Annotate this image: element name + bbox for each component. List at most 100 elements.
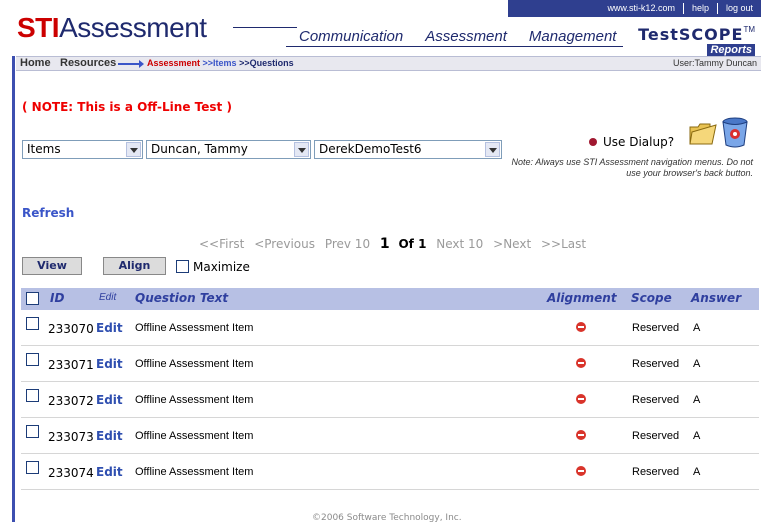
- pager-last: >>Last: [540, 237, 587, 251]
- not-aligned-icon[interactable]: [576, 322, 586, 332]
- row-checkbox[interactable]: [26, 461, 39, 474]
- chevron-down-icon[interactable]: [294, 142, 309, 157]
- pager-of: Of 1: [398, 237, 427, 251]
- logout-link[interactable]: log out: [716, 3, 761, 14]
- folder-icon[interactable]: [688, 119, 718, 147]
- row-checkbox[interactable]: [26, 425, 39, 438]
- refresh-link[interactable]: Refresh: [22, 206, 74, 220]
- header-question-text[interactable]: Question Text: [135, 291, 228, 305]
- left-accent-bar: [0, 56, 16, 522]
- breadcrumb-home[interactable]: Home: [20, 57, 51, 69]
- chevron-down-icon[interactable]: [485, 142, 500, 157]
- offline-test-note: ( NOTE: This is a Off-Line Test ): [22, 100, 232, 114]
- pager-previous: <Previous: [254, 237, 315, 251]
- testscope-reports-link[interactable]: TestSCOPETM Reports: [638, 25, 755, 56]
- nav-management[interactable]: Management: [513, 28, 624, 47]
- align-button[interactable]: Align: [103, 257, 166, 275]
- row-scope: Reserved: [632, 394, 680, 406]
- questions-table: ID Edit Question Text Alignment Scope An…: [21, 288, 759, 490]
- nav-assessment[interactable]: Assessment: [410, 28, 514, 47]
- table-row: 233070 Edit Offline Assessment Item Rese…: [21, 310, 759, 346]
- help-link[interactable]: help: [682, 3, 717, 14]
- header-answer[interactable]: Answer: [691, 291, 741, 305]
- test-select[interactable]: DerekDemoTest6: [314, 140, 502, 159]
- sti-assessment-logo[interactable]: STIAssessment: [17, 13, 207, 43]
- breadcrumb-items[interactable]: >>Items: [200, 58, 237, 68]
- table-row: 233073 Edit Offline Assessment Item Rese…: [21, 418, 759, 454]
- not-aligned-icon[interactable]: [576, 466, 586, 476]
- main-nav: Communication Assessment Management: [286, 27, 624, 47]
- breadcrumb-arrow-icon: [118, 60, 144, 68]
- row-scope: Reserved: [632, 322, 680, 334]
- pager-next10: Next 10: [436, 237, 484, 251]
- row-checkbox[interactable]: [26, 389, 39, 402]
- row-answer: A: [693, 466, 701, 478]
- pager-current: 1: [379, 236, 390, 252]
- row-id: 233073: [48, 430, 94, 444]
- table-row: 233071 Edit Offline Assessment Item Rese…: [21, 346, 759, 382]
- header-scope[interactable]: Scope: [631, 291, 672, 305]
- type-select-value: Items: [27, 142, 61, 156]
- view-button[interactable]: View: [22, 257, 82, 275]
- row-question-text: Offline Assessment Item: [135, 466, 254, 478]
- row-answer: A: [693, 394, 701, 406]
- not-aligned-icon[interactable]: [576, 358, 586, 368]
- row-checkbox[interactable]: [26, 353, 39, 366]
- header-edit: Edit: [99, 292, 117, 303]
- main-content: ( NOTE: This is a Off-Line Test ) Items …: [16, 72, 761, 522]
- not-aligned-icon[interactable]: [576, 430, 586, 440]
- header-id[interactable]: ID: [50, 291, 64, 305]
- breadcrumb-resources[interactable]: Resources: [60, 57, 116, 69]
- row-edit-link[interactable]: Edit: [96, 393, 123, 407]
- type-select[interactable]: Items: [22, 140, 143, 159]
- breadcrumb-questions: >>Questions: [236, 58, 294, 68]
- teacher-select-value: Duncan, Tammy: [151, 142, 248, 156]
- pager-prev10: Prev 10: [324, 237, 371, 251]
- bullet-icon: [589, 138, 597, 146]
- use-dialup-label: Use Dialup?: [603, 135, 675, 149]
- pagination: <<First <Previous Prev 10 1 Of 1 Next 10…: [199, 236, 592, 252]
- row-question-text: Offline Assessment Item: [135, 322, 254, 334]
- recycle-bin-icon[interactable]: [720, 116, 750, 148]
- testscope-title: TestSCOPE: [638, 25, 744, 44]
- breadcrumb-assessment[interactable]: Assessment: [147, 58, 200, 68]
- page-header: www.sti-k12.com help log out STIAssessme…: [0, 0, 761, 56]
- row-edit-link[interactable]: Edit: [96, 321, 123, 335]
- teacher-select[interactable]: Duncan, Tammy: [146, 140, 311, 159]
- header-alignment[interactable]: Alignment: [547, 291, 617, 305]
- not-aligned-icon[interactable]: [576, 394, 586, 404]
- row-edit-link[interactable]: Edit: [96, 465, 123, 479]
- row-scope: Reserved: [632, 430, 680, 442]
- row-id: 233072: [48, 394, 94, 408]
- site-link[interactable]: www.sti-k12.com: [599, 3, 683, 14]
- pager-first: <<First: [199, 237, 245, 251]
- copyright-footer: ©2006 Software Technology, Inc.: [312, 513, 462, 522]
- pager-next: >Next: [493, 237, 532, 251]
- breadcrumb-trail: Assessment >>Items >>Questions: [147, 58, 294, 68]
- row-checkbox[interactable]: [26, 317, 39, 330]
- nav-communication[interactable]: Communication: [286, 28, 411, 47]
- test-select-value: DerekDemoTest6: [319, 142, 422, 156]
- table-header: ID Edit Question Text Alignment Scope An…: [21, 288, 759, 310]
- row-answer: A: [693, 430, 701, 442]
- select-all-checkbox[interactable]: [26, 292, 39, 305]
- row-scope: Reserved: [632, 358, 680, 370]
- row-id: 233074: [48, 466, 94, 480]
- row-question-text: Offline Assessment Item: [135, 394, 254, 406]
- current-user: User:Tammy Duncan: [672, 58, 757, 68]
- row-id: 233071: [48, 358, 94, 372]
- chevron-down-icon[interactable]: [126, 142, 141, 157]
- table-row: 233072 Edit Offline Assessment Item Rese…: [21, 382, 759, 418]
- row-edit-link[interactable]: Edit: [96, 357, 123, 371]
- row-id: 233070: [48, 322, 94, 336]
- row-edit-link[interactable]: Edit: [96, 429, 123, 443]
- use-dialup-option[interactable]: Use Dialup?: [589, 135, 674, 149]
- maximize-label: Maximize: [193, 260, 250, 274]
- reports-label: Reports: [707, 44, 755, 56]
- row-scope: Reserved: [632, 466, 680, 478]
- testscope-tm: TM: [743, 25, 755, 34]
- row-answer: A: [693, 358, 701, 370]
- table-row: 233074 Edit Offline Assessment Item Rese…: [21, 454, 759, 490]
- navigation-note: Note: Always use STI Assessment navigati…: [511, 157, 753, 178]
- maximize-checkbox[interactable]: [176, 260, 189, 273]
